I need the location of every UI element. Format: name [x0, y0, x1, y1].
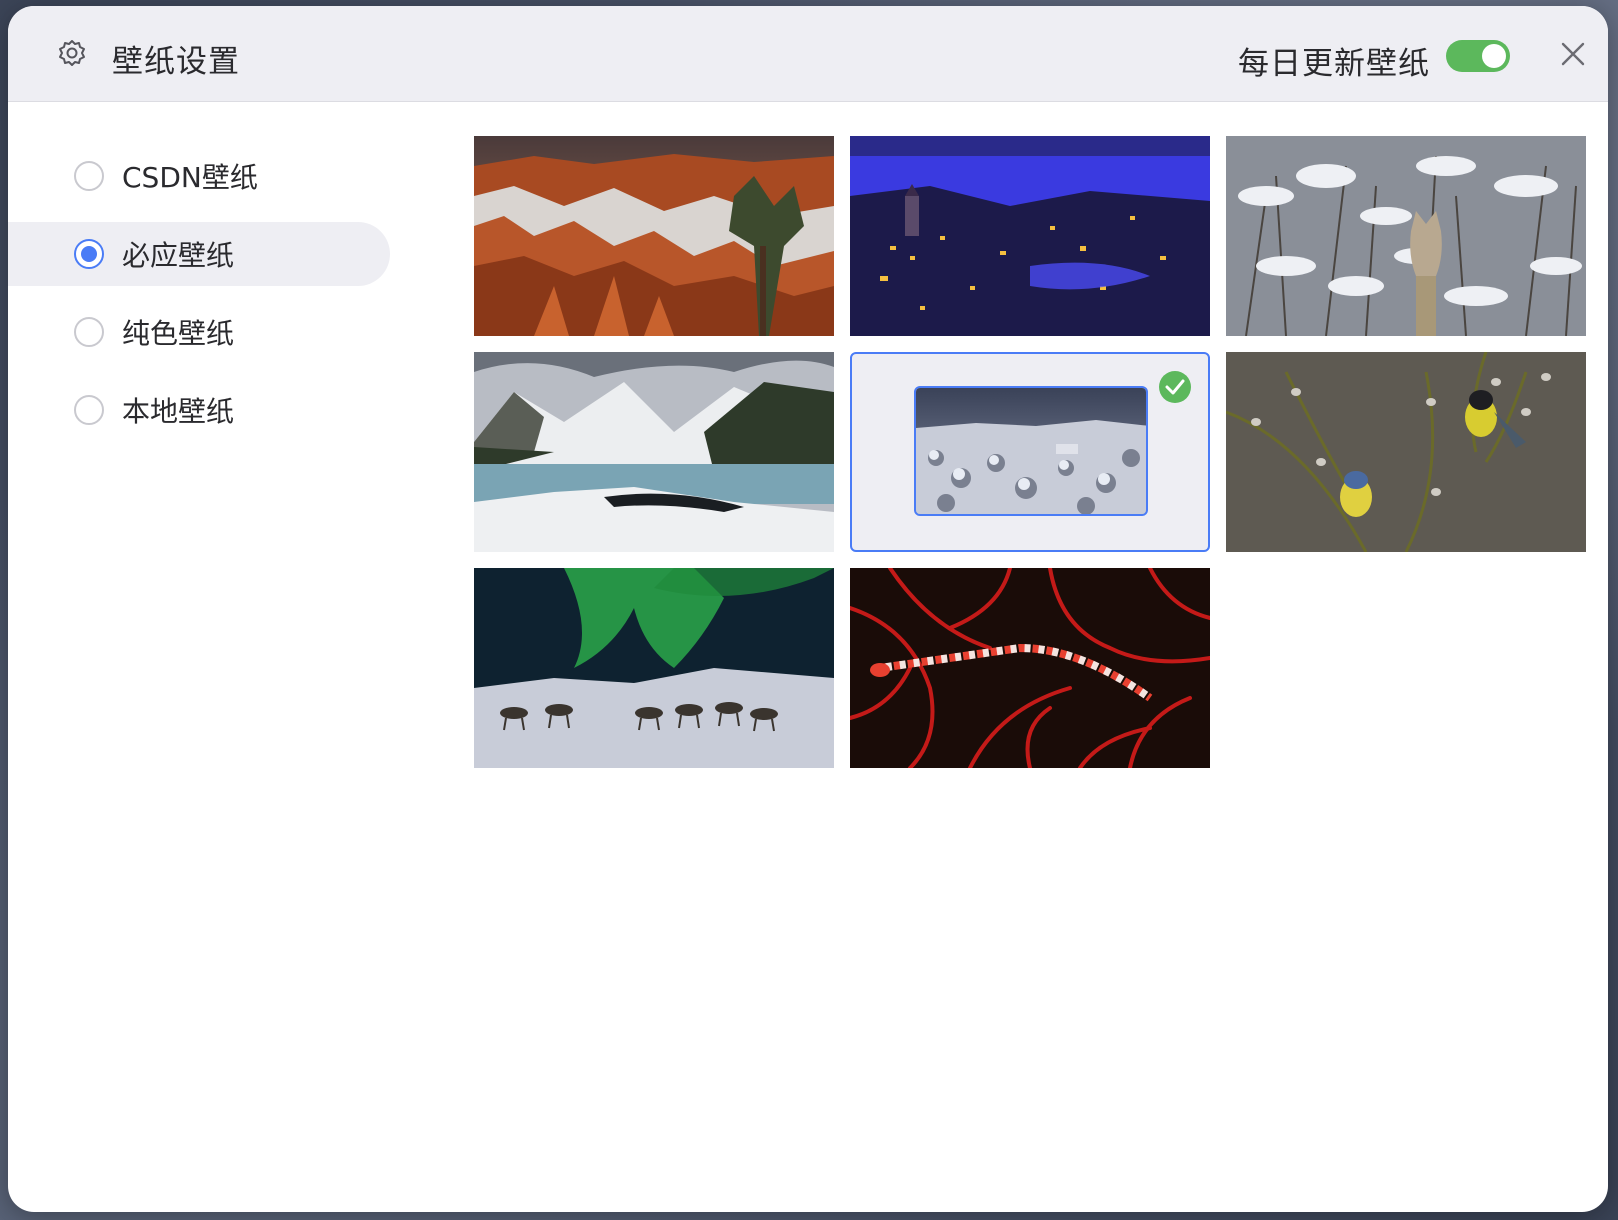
radio-button[interactable] — [74, 239, 104, 269]
close-icon[interactable] — [1559, 40, 1587, 68]
wallpaper-thumbnail-night-city[interactable] — [850, 136, 1210, 336]
wallpaper-thumbnail-alpine-lake[interactable] — [474, 352, 834, 552]
wallpaper-settings-dialog: 壁纸设置 每日更新壁纸 CSDN壁纸 必应壁纸 纯色壁纸 本地壁纸 — [8, 6, 1608, 1212]
option-csdn-wallpaper[interactable]: CSDN壁纸 — [8, 144, 390, 208]
radio-button[interactable] — [74, 161, 104, 191]
wallpaper-thumbnail-red-coral[interactable] — [850, 568, 1210, 768]
radio-button[interactable] — [74, 317, 104, 347]
selected-wallpaper-preview — [914, 386, 1148, 516]
page-title: 壁纸设置 — [112, 44, 240, 80]
wallpaper-thumbnail-lynx[interactable] — [1226, 136, 1586, 336]
option-label: 纯色壁纸 — [122, 317, 235, 350]
radio-button[interactable] — [74, 395, 104, 425]
option-bing-wallpaper[interactable]: 必应壁纸 — [8, 222, 390, 286]
option-solid-color-wallpaper[interactable]: 纯色壁纸 — [8, 300, 390, 364]
option-local-wallpaper[interactable]: 本地壁纸 — [8, 378, 390, 442]
daily-update-label: 每日更新壁纸 — [1238, 46, 1430, 82]
check-circle-icon — [1159, 371, 1191, 403]
wallpaper-thumbnail-aurora[interactable] — [474, 568, 834, 768]
option-label: CSDN壁纸 — [122, 161, 258, 194]
wallpaper-source-list: CSDN壁纸 必应壁纸 纯色壁纸 本地壁纸 — [8, 102, 448, 1212]
wallpaper-thumbnail-birds[interactable] — [1226, 352, 1586, 552]
option-label: 本地壁纸 — [122, 395, 235, 428]
dialog-header: 壁纸设置 每日更新壁纸 — [8, 6, 1608, 102]
option-label: 必应壁纸 — [122, 239, 235, 272]
wallpaper-thumbnail-snowy-forest-selected[interactable] — [850, 352, 1210, 552]
daily-update-toggle[interactable] — [1446, 40, 1510, 72]
wallpaper-thumbnail-canyon[interactable] — [474, 136, 834, 336]
gear-icon — [59, 40, 85, 66]
toggle-knob — [1482, 44, 1506, 68]
